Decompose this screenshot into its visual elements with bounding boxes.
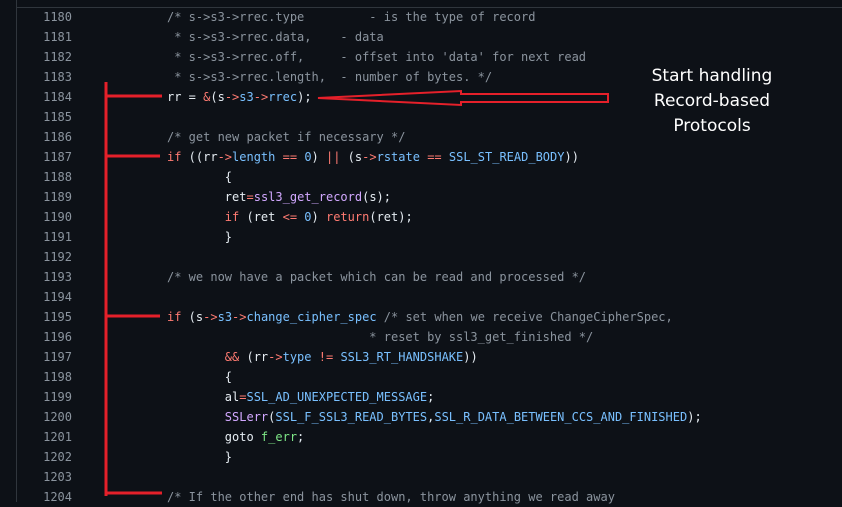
bracket-marker-icon: [104, 82, 162, 496]
annotation-note: Start handling Record-based Protocols: [622, 64, 802, 139]
annotation-line-2: Record-based: [653, 91, 771, 111]
left-arrow-outline-icon: [317, 89, 609, 107]
annotation-line-1: Start handling: [651, 66, 773, 86]
annotation-line-3: Protocols: [673, 116, 751, 136]
